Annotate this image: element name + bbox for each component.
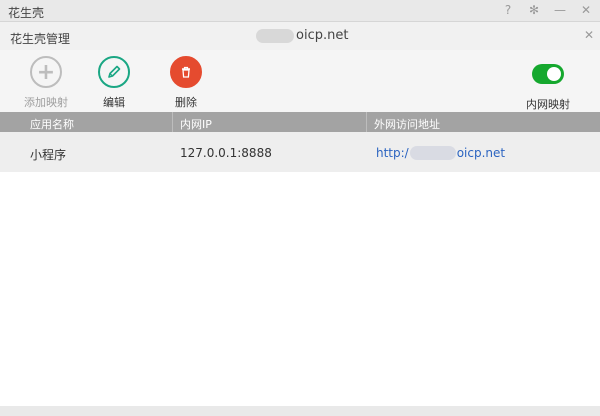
- column-divider[interactable]: [366, 112, 367, 132]
- toggle-knob: [547, 67, 561, 81]
- dialog-close-icon[interactable]: ✕: [584, 28, 594, 42]
- intranet-mapping-label: 内网映射: [526, 98, 570, 111]
- dialog-domain: oicp.net: [256, 28, 348, 43]
- column-header-app-name[interactable]: 应用名称: [30, 116, 74, 132]
- toggle-switch[interactable]: [532, 64, 564, 84]
- trash-icon: [170, 56, 202, 88]
- window-title: 花生壳: [8, 6, 45, 20]
- cell-intranet-ip: 127.0.0.1:8888: [180, 146, 272, 160]
- minimize-icon[interactable]: —: [552, 2, 568, 18]
- dialog-domain-suffix: oicp.net: [296, 28, 349, 43]
- add-mapping-button[interactable]: + 添加映射: [16, 56, 76, 110]
- redacted-domain-prefix: [256, 28, 294, 43]
- gear-icon[interactable]: ✻: [526, 2, 542, 18]
- window-controls: ? ✻ — ✕: [500, 2, 594, 18]
- dialog-titlebar: 花生壳管理 oicp.net ✕: [0, 22, 600, 50]
- intranet-mapping-toggle[interactable]: 内网映射: [516, 64, 580, 112]
- help-icon[interactable]: ?: [500, 2, 516, 18]
- toolbar: + 添加映射 编辑 删除 内网映射: [0, 50, 600, 112]
- column-header-external-url[interactable]: 外网访问地址: [374, 116, 440, 132]
- table-row[interactable]: 小程序 127.0.0.1:8888 http:/ oicp.net: [0, 132, 600, 172]
- pencil-icon: [98, 56, 130, 88]
- window-titlebar: 花生壳 ? ✻ — ✕: [0, 0, 600, 22]
- table-body-empty: [0, 172, 600, 406]
- table-header: 应用名称 内网IP 外网访问地址: [0, 112, 600, 132]
- cell-app-name: 小程序: [30, 148, 67, 162]
- edit-button[interactable]: 编辑: [84, 56, 144, 110]
- edit-label: 编辑: [103, 96, 125, 109]
- dialog-title: 花生壳管理: [10, 32, 71, 46]
- add-mapping-label: 添加映射: [24, 96, 68, 109]
- delete-button[interactable]: 删除: [156, 56, 216, 110]
- column-divider[interactable]: [172, 112, 173, 132]
- redacted-url-segment: [409, 146, 456, 160]
- url-prefix: http:/: [376, 146, 409, 160]
- close-icon[interactable]: ✕: [578, 2, 594, 18]
- plus-icon: +: [30, 56, 62, 88]
- url-suffix: oicp.net: [456, 146, 506, 160]
- cell-external-url[interactable]: http:/ oicp.net: [376, 146, 505, 160]
- delete-label: 删除: [175, 96, 197, 109]
- status-bar: [0, 406, 600, 416]
- column-header-intranet-ip[interactable]: 内网IP: [180, 116, 212, 132]
